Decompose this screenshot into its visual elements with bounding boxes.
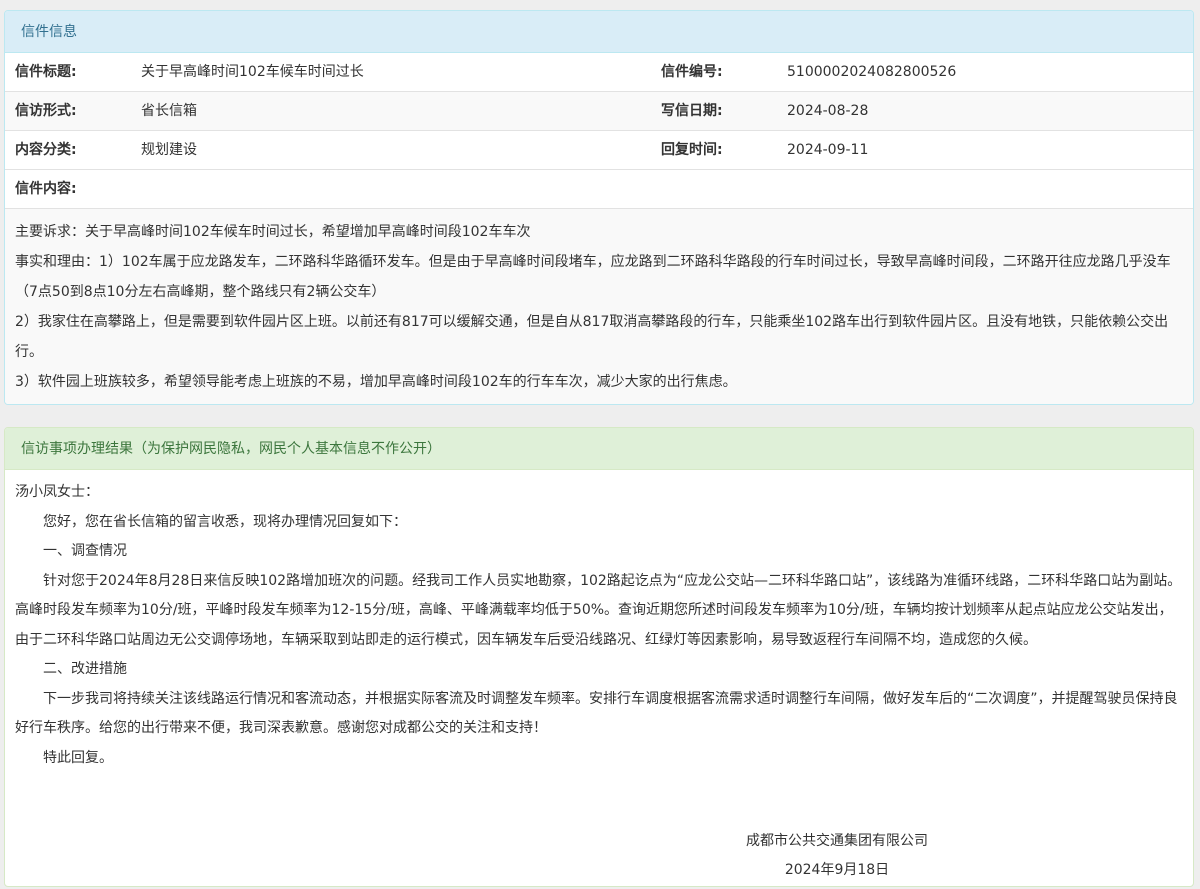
info-row-content-label: 信件内容:: [5, 170, 1193, 209]
result-panel: 信访事项办理结果（为保护网民隐私，网民个人基本信息不作公开） 汤小凤女士： 您好…: [4, 427, 1194, 887]
letter-date-value: 2024-08-28: [787, 103, 869, 119]
result-heading: 信访事项办理结果（为保护网民隐私，网民个人基本信息不作公开）: [5, 428, 1193, 470]
info-row-title: 信件标题: 关于早高峰时间102车候车时间过长 信件编号: 5100002024…: [5, 53, 1193, 92]
letter-title-value: 关于早高峰时间102车候车时间过长: [141, 64, 364, 80]
letter-content-body: 主要诉求：关于早高峰时间102车候车时间过长，希望增加早高峰时间段102车车次 …: [5, 209, 1193, 404]
reply-closing: 特此回复。: [43, 749, 113, 766]
info-row-category: 内容分类: 规划建设 回复时间: 2024-09-11: [5, 131, 1193, 170]
reply-body: 汤小凤女士： 您好，您在省长信箱的留言收悉，现将办理情况回复如下： 一、调查情况…: [5, 470, 1193, 773]
info-row-form: 信访形式: 省长信箱 写信日期: 2024-08-28: [5, 92, 1193, 131]
letter-number-label: 信件编号:: [661, 64, 723, 80]
letter-info-panel: 信件信息 信件标题: 关于早高峰时间102车候车时间过长 信件编号: 51000…: [4, 10, 1194, 405]
reply-time-label: 回复时间:: [661, 142, 723, 158]
letter-form-label: 信访形式:: [15, 103, 77, 119]
reply-improvement-text: 下一步我司将持续关注该线路运行情况和客流动态，并根据实际客流及时调整发车频率。安…: [15, 690, 1178, 737]
signature-date-row: 2024年9月18日: [5, 856, 1193, 885]
signature-date: 2024年9月18日: [784, 862, 890, 878]
reply-time-value: 2024-09-11: [787, 142, 869, 158]
signature-org-row: 成都市公共交通集团有限公司: [5, 827, 1193, 856]
reply-opening: 您好，您在省长信箱的留言收悉，现将办理情况回复如下：: [43, 513, 407, 530]
reply-investigation-text: 针对您于2024年8月28日来信反映102路增加班次的问题。经我司工作人员实地勘…: [15, 572, 1182, 648]
content-line-demand: 主要诉求：关于早高峰时间102车候车时间过长，希望增加早高峰时间段102车车次: [15, 224, 531, 240]
content-line-reason-2: 2）我家住在高攀路上，但是需要到软件园片区上班。以前还有817可以缓解交通，但是…: [15, 314, 1169, 360]
content-line-reason-1: 事实和理由：1）102车属于应龙路发车，二环路科华路循环发车。但是由于早高峰时间…: [15, 254, 1171, 300]
content-category-value: 规划建设: [141, 142, 197, 158]
content-line-reason-3: 3）软件园上班族较多，希望领导能考虑上班族的不易，增加早高峰时间段102车的行车…: [15, 374, 737, 390]
reply-section-investigation: 一、调查情况: [43, 543, 127, 559]
letter-date-label: 写信日期:: [661, 103, 723, 119]
reply-greeting: 汤小凤女士：: [15, 484, 99, 500]
content-category-label: 内容分类:: [15, 142, 77, 158]
signature-org: 成都市公共交通集团有限公司: [746, 833, 928, 849]
letter-form-value: 省长信箱: [141, 103, 197, 119]
letter-content-label: 信件内容:: [15, 181, 77, 197]
reply-section-improvement: 二、改进措施: [43, 661, 127, 677]
letter-title-label: 信件标题:: [15, 64, 77, 80]
letter-info-heading: 信件信息: [5, 11, 1193, 53]
letter-number-value: 5100002024082800526: [787, 64, 957, 80]
